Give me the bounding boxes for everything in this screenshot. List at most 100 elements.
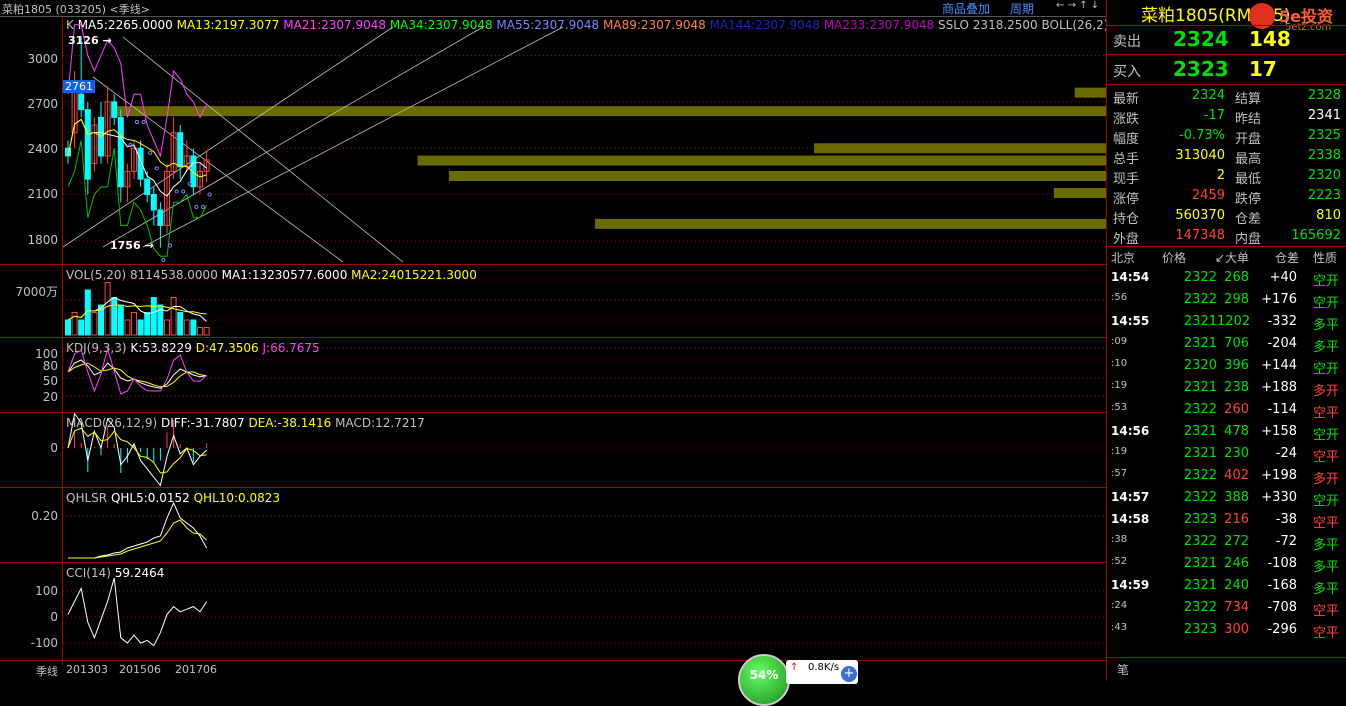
volume-bar bbox=[164, 319, 170, 336]
tick-nature: 空平 bbox=[1313, 516, 1340, 531]
cci-line bbox=[67, 577, 208, 647]
stat-label: 最低 bbox=[1235, 172, 1262, 187]
stat-value: 2 bbox=[1216, 168, 1225, 183]
arrow-down-icon[interactable]: ↓ bbox=[1091, 0, 1099, 11]
cci-y-label: -100 bbox=[30, 636, 58, 650]
sell-volume: 148 bbox=[1249, 27, 1291, 51]
tick-row[interactable]: :24 2322 734 -708 空平 bbox=[1107, 598, 1346, 619]
tick-time: :57 bbox=[1111, 468, 1128, 479]
volume-profile-bar bbox=[417, 155, 1106, 166]
kdj-y-label: 50 bbox=[42, 374, 58, 388]
net-status-widget[interactable]: 54% bbox=[738, 654, 790, 706]
stat-value: 2341 bbox=[1307, 108, 1341, 123]
arrow-up-icon[interactable]: ↑ bbox=[1079, 0, 1087, 11]
tick-row[interactable]: 14:58 2323 216 -38 空平 bbox=[1107, 510, 1346, 531]
nav-arrows[interactable]: ← → ↑ ↓ bbox=[1056, 0, 1099, 11]
upload-arrow-icon: ↑ bbox=[790, 662, 799, 673]
stat-label: 总手 bbox=[1113, 152, 1140, 167]
tick-diff: -38 bbox=[1275, 512, 1297, 527]
tick-vol: 388 bbox=[1224, 490, 1249, 505]
tick-list[interactable]: 14:54 2322 268 +40 空开:56 2322 298 +176 空开 14:55 23… bbox=[1107, 268, 1346, 648]
candle-body bbox=[84, 109, 91, 180]
tick-price: 2321 bbox=[1183, 556, 1217, 571]
tick-header-cell: 性质 bbox=[1313, 251, 1338, 265]
tick-vol: 268 bbox=[1224, 270, 1249, 285]
panel-separator bbox=[0, 660, 1106, 661]
high-mark-label: 3126 → bbox=[68, 34, 112, 47]
tick-nature: 多平 bbox=[1313, 340, 1340, 355]
tick-row[interactable]: 14:57 2322 388 +330 空开 bbox=[1107, 488, 1346, 509]
sar-dot bbox=[148, 150, 153, 155]
tick-vol: 1202 bbox=[1217, 314, 1251, 329]
tick-vol: 478 bbox=[1224, 424, 1249, 439]
tick-row[interactable]: :38 2322 272 -72 多平 bbox=[1107, 532, 1346, 553]
tick-row[interactable]: :57 2322 402 +198 多开 bbox=[1107, 466, 1346, 487]
tick-row[interactable]: :53 2322 260 -114 空平 bbox=[1107, 400, 1346, 421]
candlestick-chart[interactable] bbox=[63, 17, 1106, 264]
tick-row[interactable]: 14:55 2321 1202 -332 多平 bbox=[1107, 312, 1346, 333]
stat-value: 2324 bbox=[1191, 88, 1225, 103]
tick-row[interactable]: :43 2323 300 -296 空平 bbox=[1107, 620, 1346, 641]
y-tick-label: 2400 bbox=[27, 142, 58, 156]
macd-y-label: 0 bbox=[50, 441, 58, 455]
divider bbox=[1107, 54, 1346, 55]
tick-row[interactable]: :56 2322 298 +176 空开 bbox=[1107, 290, 1346, 311]
stat-label: 涨停 bbox=[1113, 192, 1140, 207]
tab-ticks[interactable]: 笔 bbox=[1117, 661, 1129, 678]
volume-bar bbox=[190, 319, 197, 336]
tick-nature: 多平 bbox=[1313, 538, 1340, 553]
tick-vol: 298 bbox=[1224, 292, 1249, 307]
tick-row[interactable]: :09 2321 706 -204 多平 bbox=[1107, 334, 1346, 355]
tick-nature: 多平 bbox=[1313, 560, 1340, 575]
period-button[interactable]: 周期 bbox=[1010, 0, 1034, 17]
qhl5-line bbox=[68, 501, 208, 559]
divider bbox=[1107, 657, 1346, 658]
tick-row[interactable]: 14:54 2322 268 +40 空开 bbox=[1107, 268, 1346, 289]
stat-label: 跌停 bbox=[1235, 192, 1262, 207]
tick-time: :10 bbox=[1111, 358, 1128, 369]
stat-label: 持仓 bbox=[1113, 212, 1140, 227]
tick-diff: -296 bbox=[1267, 622, 1297, 637]
tick-price: 2322 bbox=[1183, 490, 1217, 505]
sar-dot bbox=[200, 204, 206, 209]
sar-dot bbox=[141, 119, 146, 125]
tick-header-cell: ↙大单 bbox=[1215, 251, 1250, 265]
tick-time: :24 bbox=[1111, 600, 1128, 611]
tick-row[interactable]: 14:59 2321 240 -168 多平 bbox=[1107, 576, 1346, 597]
tick-diff: +188 bbox=[1261, 380, 1297, 395]
expand-icon[interactable]: + bbox=[841, 666, 857, 682]
tick-price: 2322 bbox=[1183, 402, 1217, 417]
tick-row[interactable]: :19 2321 230 -24 空平 bbox=[1107, 444, 1346, 465]
divider bbox=[1107, 84, 1346, 85]
tick-time: 14:56 bbox=[1111, 424, 1150, 438]
chart-title-bar: 菜粕1805 (033205) <季线> 商品叠加 周期 ← → ↑ ↓ bbox=[0, 0, 1106, 17]
tick-nature: 多开 bbox=[1313, 384, 1340, 399]
stat-label: 涨跌 bbox=[1113, 112, 1140, 127]
tick-diff: +40 bbox=[1269, 270, 1297, 285]
tick-nature: 空平 bbox=[1313, 406, 1340, 421]
stat-label: 最高 bbox=[1235, 152, 1262, 167]
sar-dot bbox=[128, 143, 133, 148]
candle-body bbox=[157, 209, 164, 226]
candle-body bbox=[150, 194, 157, 211]
stat-value: 2328 bbox=[1307, 88, 1341, 103]
tick-vol: 246 bbox=[1224, 556, 1249, 571]
tick-nature: 多平 bbox=[1313, 582, 1340, 597]
trend-line bbox=[142, 26, 564, 248]
tick-row[interactable]: :52 2321 246 -108 多平 bbox=[1107, 554, 1346, 575]
arrow-left-icon[interactable]: ← bbox=[1056, 0, 1064, 11]
tick-diff: +176 bbox=[1261, 292, 1297, 307]
tick-row[interactable]: :10 2320 396 +144 空开 bbox=[1107, 356, 1346, 377]
arrow-right-icon[interactable]: → bbox=[1068, 0, 1076, 11]
overlay-button[interactable]: 商品叠加 bbox=[942, 0, 990, 17]
stat-label: 内盘 bbox=[1235, 232, 1262, 247]
tick-vol: 240 bbox=[1224, 578, 1249, 593]
tick-diff: -708 bbox=[1267, 600, 1297, 615]
sell-price: 2324 bbox=[1173, 27, 1229, 51]
tick-row[interactable]: :19 2321 238 +188 多开 bbox=[1107, 378, 1346, 399]
tick-diff: +198 bbox=[1261, 468, 1297, 483]
stat-value: 147348 bbox=[1175, 228, 1225, 243]
tick-row[interactable]: 14:56 2321 478 +158 空开 bbox=[1107, 422, 1346, 443]
tick-time: :19 bbox=[1111, 446, 1128, 457]
tick-diff: +144 bbox=[1261, 358, 1297, 373]
